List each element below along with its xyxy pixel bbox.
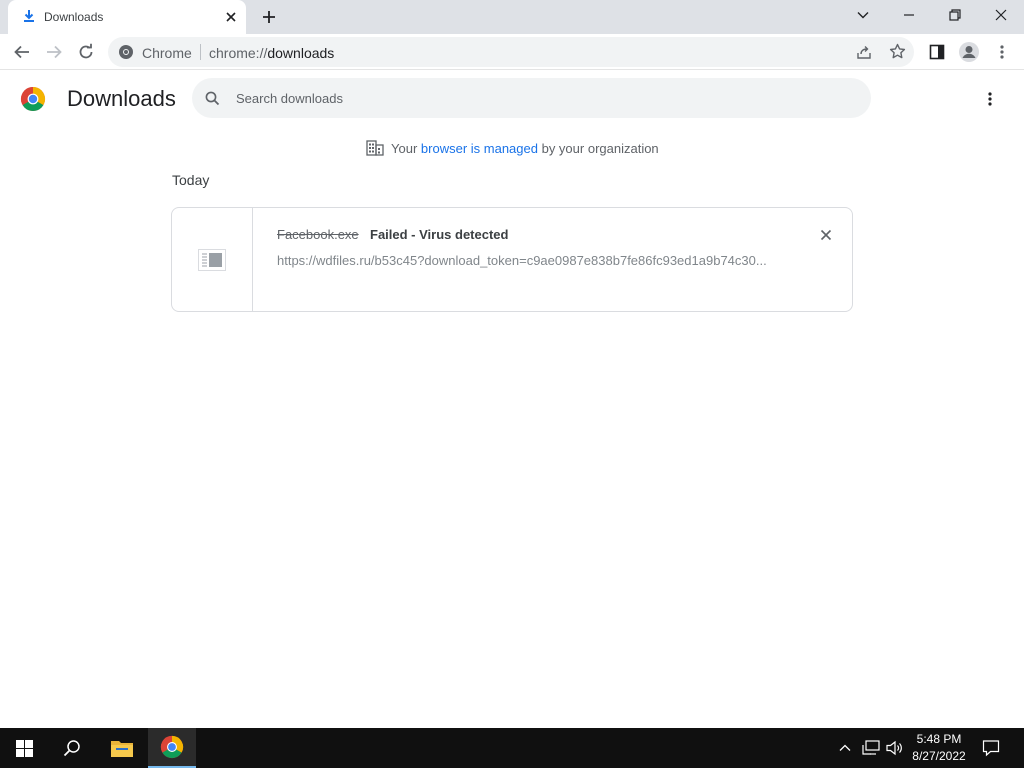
page-title: Downloads [67,86,176,111]
forward-button[interactable] [40,38,68,66]
url-text[interactable]: chrome://downloads [209,45,334,61]
date-header: Today [172,172,210,188]
search-input[interactable] [236,78,836,118]
taskbar-search-button[interactable] [48,728,96,768]
file-explorer-button[interactable] [98,728,146,768]
start-button[interactable] [0,728,48,768]
url-path: downloads [267,45,335,61]
minimize-button[interactable] [886,0,932,30]
new-tab-button[interactable] [259,7,279,27]
omnibox[interactable]: Chrome chrome://downloads [108,37,914,67]
search-icon [205,91,220,111]
downloads-menu-icon[interactable] [979,89,1001,109]
toolbar: Chrome chrome://downloads [0,34,1024,70]
remove-download-button[interactable] [815,224,837,246]
bookmark-star-icon[interactable] [889,43,906,65]
download-icon [22,9,36,28]
profile-avatar[interactable] [955,38,983,66]
chrome-site-icon [118,44,134,65]
network-icon[interactable] [862,740,880,761]
tab-search-button[interactable] [840,0,886,30]
restore-button[interactable] [932,0,978,30]
start-icon [15,739,33,757]
reload-button[interactable] [72,38,100,66]
tab-downloads[interactable]: Downloads [8,0,246,34]
browser-menu-icon[interactable] [988,38,1016,66]
managed-prefix: Your [391,140,418,156]
chevron-up-icon[interactable] [838,741,852,760]
download-source-url[interactable]: https://wdfiles.ru/b53c45?download_token… [277,253,767,268]
clock-time[interactable]: 5:48 PM [906,732,972,746]
back-button[interactable] [8,38,36,66]
download-status: Failed - Virus detected [370,227,509,242]
close-window-button[interactable] [978,0,1024,30]
file-icon-column [172,208,253,311]
volume-icon[interactable] [886,740,904,761]
omnibox-divider [200,44,201,60]
search-icon [63,740,80,757]
browser-managed-link[interactable]: browser is managed [421,141,538,156]
download-item: Facebook.exe Failed - Virus detected htt… [171,207,853,312]
chrome-taskbar-button[interactable] [148,728,196,768]
url-scheme: chrome:// [209,45,268,61]
omnibox-site-label: Chrome [142,45,192,61]
managed-notice: Your browser is managed by your organiza… [366,140,659,158]
tab-strip: Downloads [0,0,1024,34]
download-file-name: Facebook.exe [277,227,359,242]
notification-icon[interactable] [982,739,1000,762]
close-tab-icon[interactable] [224,10,238,29]
file-icon [198,249,226,276]
file-explorer-icon [111,741,133,757]
building-icon [366,140,384,159]
share-icon[interactable] [856,44,872,65]
chrome-icon [160,735,184,759]
side-panel-button[interactable] [923,38,951,66]
search-downloads-box[interactable] [192,78,871,118]
tab-title: Downloads [44,10,104,24]
chrome-logo [20,86,46,117]
taskbar: 5:48 PM 8/27/2022 [0,728,1024,768]
clock-date[interactable]: 8/27/2022 [906,749,972,763]
close-icon [820,229,832,241]
managed-suffix: by your organization [541,140,659,156]
